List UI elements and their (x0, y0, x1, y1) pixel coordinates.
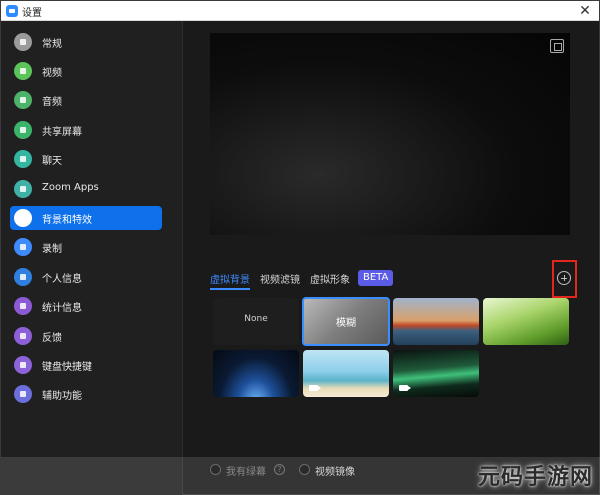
apps-icon (14, 180, 32, 198)
background-earth-space[interactable] (213, 350, 299, 397)
settings-sidebar: 常规 视频 音频 共享屏幕 聊天 Zoom Apps 背景和特效 录制 个人信息… (1, 21, 183, 495)
sidebar-item-video[interactable]: 视频 (10, 59, 162, 83)
window-title: 设置 (22, 8, 42, 19)
sidebar-item-label: 统计信息 (42, 303, 82, 314)
background-icon (14, 209, 32, 227)
close-button[interactable]: ✕ (577, 3, 593, 19)
sidebar-item-label: 视频 (42, 68, 62, 79)
sidebar-item-recording[interactable]: 录制 (10, 235, 162, 259)
video-icon (14, 62, 32, 80)
sidebar-item-feedback[interactable]: 反馈 (10, 324, 162, 348)
sidebar-item-label: Zoom Apps (42, 182, 99, 193)
tab-video-filters[interactable]: 视频滤镜 (260, 271, 300, 286)
sidebar-item-share-screen[interactable]: 共享屏幕 (10, 118, 162, 142)
sidebar-item-general[interactable]: 常规 (10, 30, 162, 54)
background-golden-gate[interactable] (393, 298, 479, 345)
background-grass[interactable] (483, 298, 569, 345)
sidebar-item-chat[interactable]: 聊天 (10, 147, 162, 171)
background-blur[interactable]: 模糊 (302, 297, 390, 346)
statistics-icon (14, 297, 32, 315)
sidebar-item-label: 音频 (42, 97, 62, 108)
accessibility-icon (14, 385, 32, 403)
sidebar-item-label: 反馈 (42, 333, 62, 344)
tab-virtual-background[interactable]: 虚拟背景 (210, 271, 250, 290)
sidebar-item-profile[interactable]: 个人信息 (10, 265, 162, 289)
record-icon (14, 238, 32, 256)
sidebar-item-background-effects[interactable]: 背景和特效 (10, 206, 162, 230)
beta-badge: BETA (358, 270, 394, 286)
sidebar-item-audio[interactable]: 音频 (10, 88, 162, 112)
help-icon[interactable]: ? (274, 464, 285, 475)
add-icon[interactable] (557, 271, 571, 285)
sidebar-item-label: 辅助功能 (42, 391, 82, 402)
video-background-icon (309, 385, 321, 391)
video-preview (210, 33, 570, 235)
sidebar-item-label: 背景和特效 (42, 215, 92, 226)
sidebar-item-accessibility[interactable]: 辅助功能 (10, 382, 162, 406)
share-screen-icon (14, 121, 32, 139)
preview-toggle-icon[interactable] (550, 39, 564, 53)
background-label: None (244, 314, 268, 324)
background-aurora[interactable] (393, 350, 479, 397)
settings-window: 设置 ✕ 常规 视频 音频 共享屏幕 聊天 Zoom Apps 背景和特效 录制… (0, 0, 600, 495)
sidebar-item-keyboard-shortcuts[interactable]: 键盘快捷键 (10, 353, 162, 377)
zoom-logo-icon (6, 5, 18, 17)
sidebar-item-label: 共享屏幕 (42, 127, 82, 138)
add-background-highlight (552, 260, 577, 298)
feedback-icon (14, 327, 32, 345)
sidebar-item-label: 常规 (42, 39, 62, 50)
chat-icon (14, 150, 32, 168)
title-bar: 设置 ✕ (1, 1, 599, 21)
mirror-video-checkbox[interactable] (299, 464, 310, 475)
profile-icon (14, 268, 32, 286)
background-label: 模糊 (336, 318, 356, 329)
sidebar-item-label: 聊天 (42, 156, 62, 167)
tab-avatars[interactable]: 虚拟形象 (310, 271, 350, 286)
background-none[interactable]: None (213, 298, 299, 345)
sidebar-item-statistics[interactable]: 统计信息 (10, 294, 162, 318)
sidebar-item-label: 录制 (42, 244, 62, 255)
keyboard-icon (14, 356, 32, 374)
sidebar-item-label: 个人信息 (42, 274, 82, 285)
background-beach[interactable] (303, 350, 389, 397)
watermark-text: 元码手游网 (477, 464, 593, 490)
headphones-icon (14, 91, 32, 109)
sidebar-item-zoom-apps[interactable]: Zoom Apps (10, 177, 162, 201)
green-screen-label: 我有绿幕 (226, 467, 266, 478)
green-screen-checkbox[interactable] (210, 464, 221, 475)
video-background-icon (399, 385, 411, 391)
gear-icon (14, 33, 32, 51)
mirror-video-label: 视频镜像 (315, 467, 355, 478)
sidebar-item-label: 键盘快捷键 (42, 362, 92, 373)
